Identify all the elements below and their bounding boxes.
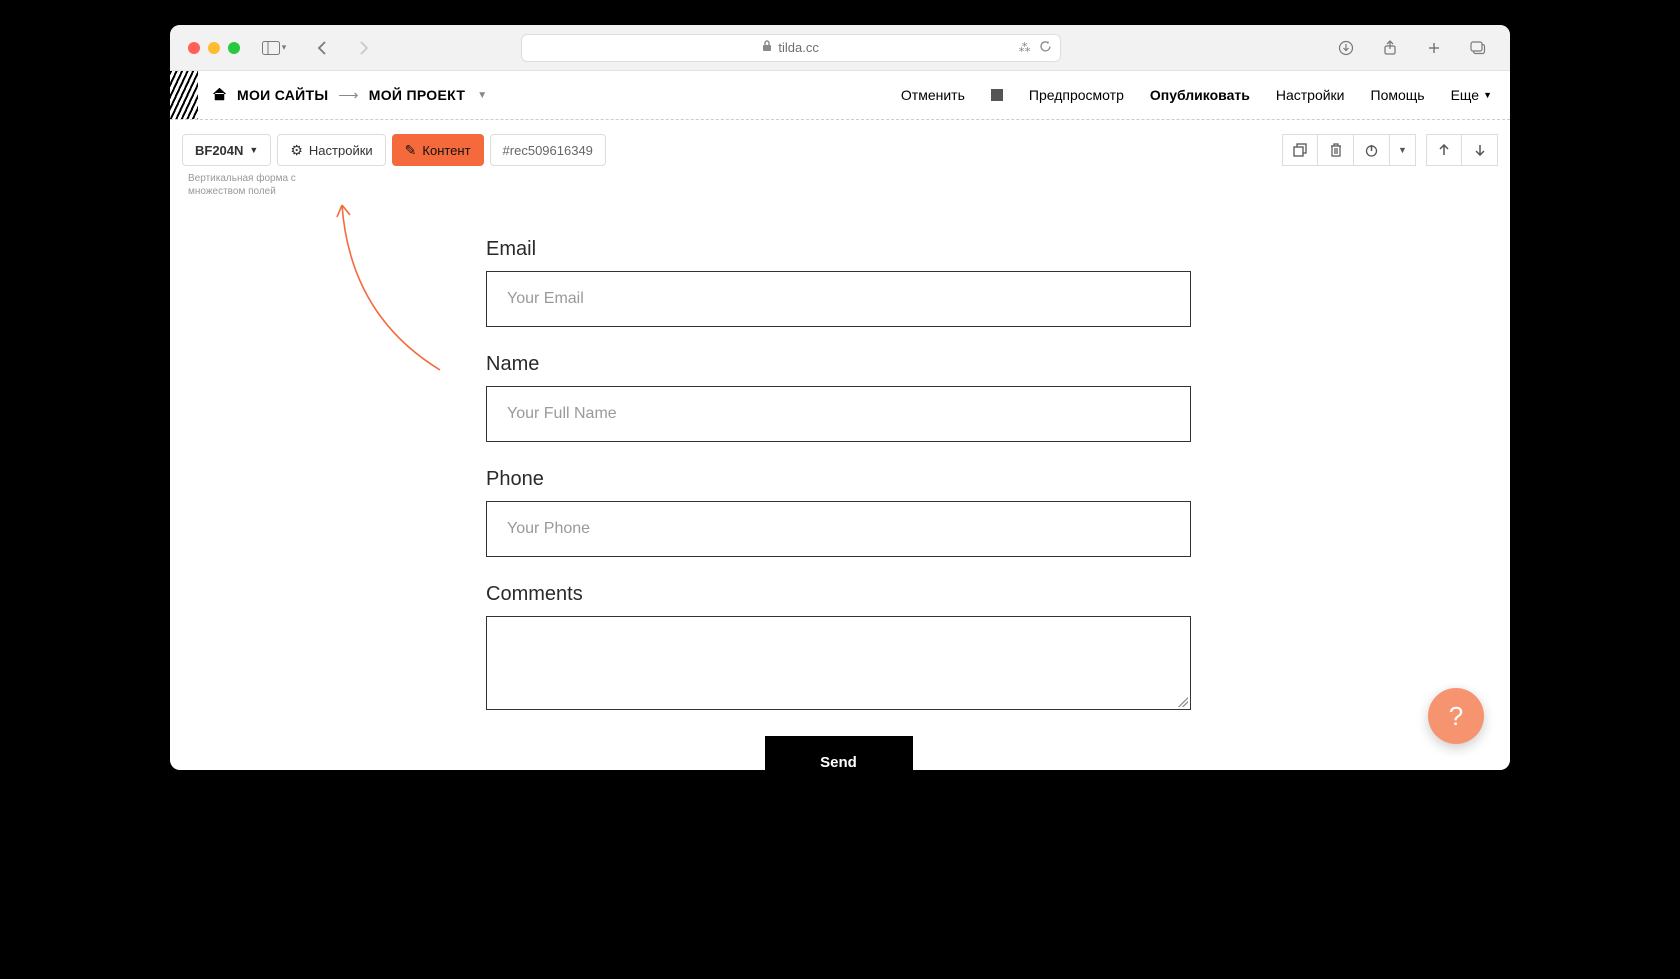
publish-button[interactable]: Опубликовать xyxy=(1150,87,1250,103)
placeholder-text: Your Full Name xyxy=(507,405,617,423)
window-zoom-icon[interactable] xyxy=(228,42,240,54)
form-field: Name Your Full Name xyxy=(486,353,1191,442)
browser-chrome: ▾ tilda.cc ⁂ xyxy=(170,25,1510,71)
home-icon[interactable] xyxy=(212,87,227,104)
email-input[interactable]: Your Email xyxy=(486,271,1191,327)
help-fab-button[interactable]: ? xyxy=(1428,688,1484,744)
question-icon: ? xyxy=(1449,701,1463,732)
move-down-button[interactable] xyxy=(1462,134,1498,166)
stop-icon[interactable] xyxy=(991,89,1003,101)
form-block: Email Your Email Name Your Full Name Pho… xyxy=(486,238,1191,770)
gear-icon: ⚙ xyxy=(290,142,303,159)
placeholder-text: Your Phone xyxy=(507,520,590,538)
reload-icon[interactable] xyxy=(1039,40,1052,56)
block-content-button[interactable]: ✎ Контент xyxy=(392,134,484,166)
help-link[interactable]: Помощь xyxy=(1371,87,1425,103)
translate-icon[interactable]: ⁂ xyxy=(1019,41,1031,55)
form-field: Phone Your Phone xyxy=(486,468,1191,557)
caret-down-icon: ▼ xyxy=(1398,145,1407,155)
placeholder-text: Your Email xyxy=(507,290,584,308)
field-label: Email xyxy=(486,238,1191,261)
block-description: Вертикальная форма с множеством полей xyxy=(170,166,310,198)
field-label: Phone xyxy=(486,468,1191,491)
block-content-label: Контент xyxy=(422,143,470,158)
more-dropdown[interactable]: ▼ xyxy=(1390,134,1416,166)
field-label: Name xyxy=(486,353,1191,376)
app-header: МОИ САЙТЫ ⟶ МОЙ ПРОЕКТ ▼ Отменить Предпр… xyxy=(170,71,1510,119)
field-label: Comments xyxy=(486,583,1191,606)
block-code-label: BF204N xyxy=(195,143,243,158)
phone-input[interactable]: Your Phone xyxy=(486,501,1191,557)
delete-button[interactable] xyxy=(1318,134,1354,166)
name-input[interactable]: Your Full Name xyxy=(486,386,1191,442)
move-up-button[interactable] xyxy=(1426,134,1462,166)
resize-handle-icon[interactable] xyxy=(1178,697,1188,707)
form-field: Comments xyxy=(486,583,1191,710)
submit-label: Send xyxy=(820,754,857,771)
window-minimize-icon[interactable] xyxy=(208,42,220,54)
block-settings-button[interactable]: ⚙ Настройки xyxy=(277,134,385,166)
settings-link[interactable]: Настройки xyxy=(1276,87,1345,103)
back-button[interactable] xyxy=(308,34,336,62)
form-field: Email Your Email xyxy=(486,238,1191,327)
tabs-overview-icon[interactable] xyxy=(1464,34,1492,62)
address-bar[interactable]: tilda.cc ⁂ xyxy=(521,34,1061,62)
lock-icon xyxy=(762,40,772,55)
power-button[interactable] xyxy=(1354,134,1390,166)
more-label: Еще xyxy=(1451,87,1480,103)
preview-button[interactable]: Предпросмотр xyxy=(1029,87,1124,103)
app-logo xyxy=(170,71,198,119)
chevron-down-icon: ▾ xyxy=(282,42,287,53)
arrow-right-icon: ⟶ xyxy=(338,87,358,104)
crumb-sites[interactable]: МОИ САЙТЫ xyxy=(237,87,328,103)
rec-id-label: #rec509616349 xyxy=(503,143,593,158)
chevron-down-icon[interactable]: ▼ xyxy=(477,90,487,101)
comments-textarea[interactable] xyxy=(486,616,1191,710)
block-code-dropdown[interactable]: BF204N ▼ xyxy=(182,134,271,166)
downloads-icon[interactable] xyxy=(1332,34,1360,62)
block-toolbar: BF204N ▼ ⚙ Настройки ✎ Контент #rec50961… xyxy=(170,120,1510,166)
traffic-lights xyxy=(188,42,240,54)
cancel-button[interactable]: Отменить xyxy=(901,87,965,103)
chevron-down-icon: ▼ xyxy=(1483,90,1492,100)
duplicate-button[interactable] xyxy=(1282,134,1318,166)
window-close-icon[interactable] xyxy=(188,42,200,54)
block-toolbar-right: ▼ xyxy=(1272,134,1498,166)
more-menu[interactable]: Еще ▼ xyxy=(1451,87,1492,103)
forward-button[interactable] xyxy=(350,34,378,62)
chrome-right-actions xyxy=(1332,34,1492,62)
header-actions: Отменить Предпросмотр Опубликовать Настр… xyxy=(901,87,1492,103)
caret-down-icon: ▼ xyxy=(249,145,258,155)
crumb-project[interactable]: МОЙ ПРОЕКТ xyxy=(369,87,465,103)
block-rec-id[interactable]: #rec509616349 xyxy=(490,134,606,166)
pencil-icon: ✎ xyxy=(405,142,417,159)
editor-canvas: Email Your Email Name Your Full Name Pho… xyxy=(170,198,1510,770)
breadcrumb: МОИ САЙТЫ ⟶ МОЙ ПРОЕКТ ▼ xyxy=(212,87,487,104)
share-icon[interactable] xyxy=(1376,34,1404,62)
block-settings-label: Настройки xyxy=(309,143,373,158)
nav-arrows xyxy=(308,34,378,62)
browser-window: ▾ tilda.cc ⁂ xyxy=(170,25,1510,770)
sidebar-toggle-button[interactable]: ▾ xyxy=(260,34,288,62)
submit-button[interactable]: Send xyxy=(765,736,913,770)
url-host: tilda.cc xyxy=(778,40,818,55)
new-tab-icon[interactable] xyxy=(1420,34,1448,62)
